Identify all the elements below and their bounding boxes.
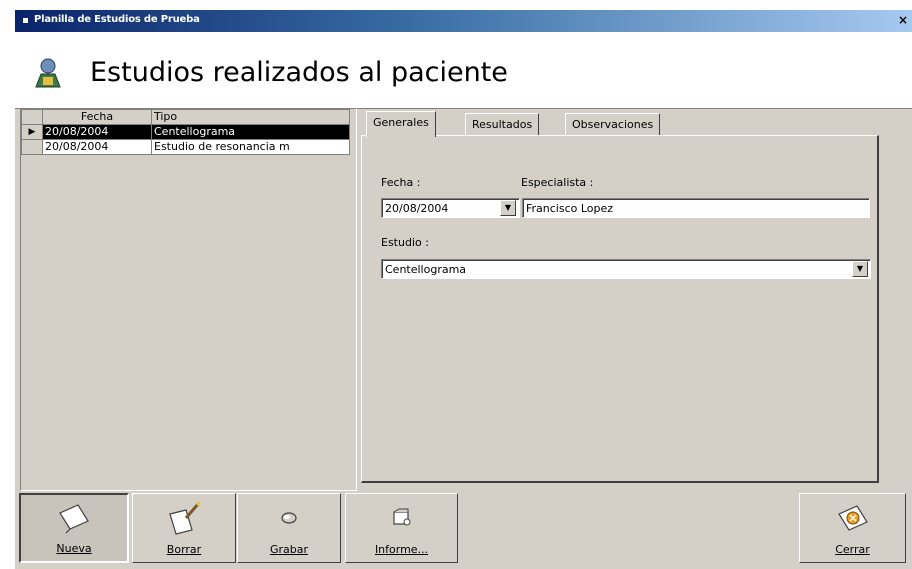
especialista-value: Francisco Lopez xyxy=(526,202,614,215)
title-bar: Planilla de Estudios de Prueba × xyxy=(15,10,912,32)
cell-tipo[interactable]: Estudio de resonancia m xyxy=(151,139,350,155)
studies-grid[interactable]: Fecha Tipo ▶ 20/08/2004 Centellograma 20… xyxy=(20,108,357,491)
informe-label: Informe... xyxy=(374,543,429,556)
table-row[interactable]: ▶ 20/08/2004 Centellograma xyxy=(21,124,350,140)
window-icon xyxy=(23,18,28,23)
new-document-icon xyxy=(59,504,89,534)
delete-document-icon xyxy=(169,502,202,535)
estudio-select[interactable]: Centellograma xyxy=(381,259,871,279)
informe-button[interactable]: Informe... xyxy=(345,493,458,563)
window-title: Planilla de Estudios de Prueba xyxy=(34,14,200,25)
tab-panel-generales: Fecha : Especialista : 20/08/2004 ▼ Fran… xyxy=(361,135,879,483)
report-icon xyxy=(392,508,410,526)
column-header-fecha[interactable]: Fecha xyxy=(42,109,152,125)
grabar-button[interactable]: Grabar xyxy=(237,493,341,563)
patient-icon xyxy=(35,58,61,88)
tab-resultados[interactable]: Resultados xyxy=(465,113,540,136)
row-indicator-icon: ▶ xyxy=(21,124,43,140)
borrar-button[interactable]: Borrar xyxy=(132,493,236,563)
tab-observaciones[interactable]: Observaciones xyxy=(565,113,661,136)
save-icon xyxy=(281,512,297,524)
table-row[interactable]: 20/08/2004 Estudio de resonancia m xyxy=(21,139,350,155)
cell-tipo[interactable]: Centellograma xyxy=(151,124,350,140)
header: Estudios realizados al paciente xyxy=(15,32,912,109)
column-header-tipo[interactable]: Tipo xyxy=(151,109,350,125)
estudio-label: Estudio : xyxy=(381,236,429,249)
borrar-label: Borrar xyxy=(166,543,202,556)
tab-generales[interactable]: Generales xyxy=(366,111,436,137)
cell-fecha[interactable]: 20/08/2004 xyxy=(42,139,152,155)
fecha-dropdown-icon[interactable]: ▼ xyxy=(500,200,516,216)
nueva-label: Nueva xyxy=(56,542,92,555)
especialista-input[interactable]: Francisco Lopez xyxy=(522,198,870,218)
estudio-value: Centellograma xyxy=(385,263,467,276)
close-document-icon xyxy=(837,505,868,531)
row-indicator-empty xyxy=(21,139,43,155)
grid-corner xyxy=(21,109,43,125)
nueva-button[interactable]: Nueva xyxy=(19,493,129,563)
main-window: Planilla de Estudios de Prueba × Estudio… xyxy=(15,10,912,569)
fecha-label: Fecha : xyxy=(381,176,421,189)
cell-fecha[interactable]: 20/08/2004 xyxy=(42,124,152,140)
bottom-toolbar: Nueva Borrar Grabar Informe... Cerrar xyxy=(15,493,912,569)
close-icon[interactable]: × xyxy=(896,13,910,27)
cerrar-label: Cerrar xyxy=(835,543,870,556)
estudio-dropdown-icon[interactable]: ▼ xyxy=(852,261,868,277)
page-title: Estudios realizados al paciente xyxy=(90,57,508,88)
grabar-label: Grabar xyxy=(269,543,309,556)
especialista-label: Especialista : xyxy=(521,176,594,189)
fecha-value: 20/08/2004 xyxy=(385,202,449,215)
cerrar-button[interactable]: Cerrar xyxy=(799,493,906,563)
